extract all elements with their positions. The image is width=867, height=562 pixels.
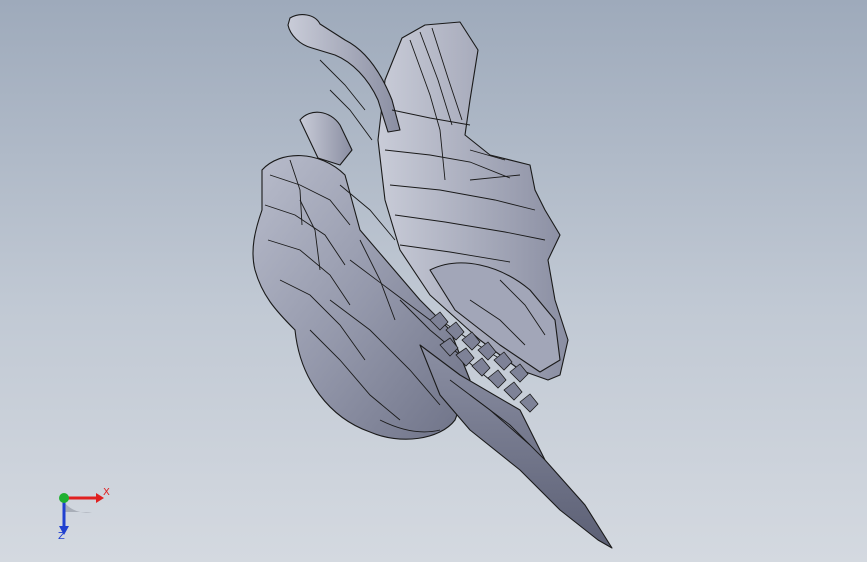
y-axis-dot	[59, 493, 69, 503]
3d-model[interactable]	[0, 0, 867, 562]
z-axis-label: Z	[58, 531, 65, 542]
view-triad[interactable]: X Z	[44, 478, 114, 548]
x-axis-label: X	[103, 487, 110, 498]
model-body[interactable]	[252, 14, 613, 549]
graphics-viewport[interactable]: X Z	[0, 0, 867, 562]
